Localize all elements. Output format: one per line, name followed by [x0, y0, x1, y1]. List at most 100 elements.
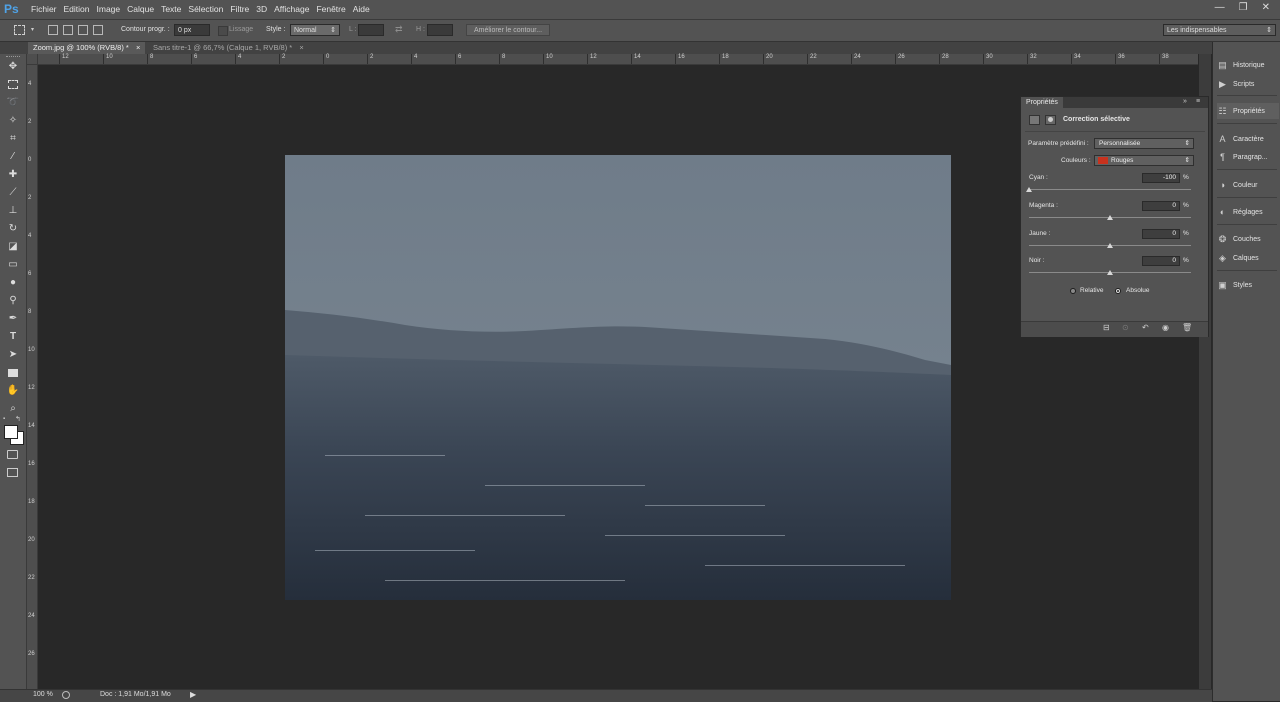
- lasso-tool-icon[interactable]: ➰: [6, 96, 20, 110]
- dock-proprietes[interactable]: ☷ Propriétés: [1217, 103, 1279, 119]
- add-selection-icon[interactable]: [63, 25, 73, 35]
- eraser-tool-icon[interactable]: ◪: [6, 240, 20, 254]
- slider-thumb[interactable]: [1026, 187, 1032, 192]
- panel-menu-icon[interactable]: ≡: [1196, 98, 1200, 105]
- menu-fenetre[interactable]: Fenêtre: [316, 0, 352, 19]
- zoom-level[interactable]: 100 %: [33, 691, 53, 698]
- healing-brush-tool-icon[interactable]: ✚: [6, 168, 20, 182]
- preset-select[interactable]: Personnalisée ⇕: [1094, 138, 1194, 149]
- dock-calques[interactable]: ◈ Calques: [1217, 250, 1279, 266]
- menu-3d[interactable]: 3D: [256, 0, 274, 19]
- properties-panel-header[interactable]: Propriétés » ≡: [1021, 97, 1208, 108]
- clip-to-layer-icon[interactable]: ⊟: [1103, 323, 1110, 332]
- ruler-horizontal[interactable]: 12 10 8 6 4 2 0 2 4 6 8 10 12 14 16 18 20 22 24 26 28 30 32 34 3…: [27, 54, 1198, 65]
- magenta-input[interactable]: 0: [1142, 201, 1180, 211]
- close-button[interactable]: ✕: [1262, 2, 1270, 13]
- share-icon[interactable]: [62, 691, 70, 699]
- radio-relative[interactable]: [1070, 288, 1076, 294]
- clone-stamp-tool-icon[interactable]: ⊥: [6, 204, 20, 218]
- move-tool-icon[interactable]: ✥: [6, 60, 20, 74]
- foreground-color-swatch[interactable]: [4, 425, 18, 439]
- close-icon[interactable]: ×: [299, 43, 303, 52]
- dock-reglages[interactable]: ◐ Réglages: [1217, 204, 1279, 220]
- swap-icon[interactable]: ⇄: [395, 24, 403, 35]
- menu-filtre[interactable]: Filtre: [230, 0, 256, 19]
- menu-selection[interactable]: Sélection: [188, 0, 230, 19]
- visibility-eye-icon[interactable]: ◉: [1162, 323, 1169, 332]
- menu-affichage[interactable]: Affichage: [274, 0, 316, 19]
- dock-couches[interactable]: ❂ Couches: [1217, 231, 1279, 247]
- view-previous-state-icon[interactable]: ⊙: [1122, 323, 1129, 332]
- reset-icon[interactable]: ↶: [1142, 323, 1149, 332]
- crop-tool-icon[interactable]: ⌗: [6, 132, 20, 146]
- swap-colors-icon[interactable]: ↰: [15, 415, 21, 423]
- menu-texte[interactable]: Texte: [161, 0, 188, 19]
- eyedropper-tool-icon[interactable]: ⁄: [6, 150, 20, 164]
- path-selection-tool-icon[interactable]: ➤: [6, 348, 20, 362]
- dodge-tool-icon[interactable]: ⚲: [6, 294, 20, 308]
- menu-fichier[interactable]: Fichier: [31, 0, 64, 19]
- dock-scripts[interactable]: ▶ Scripts: [1217, 76, 1279, 92]
- new-selection-icon[interactable]: [48, 25, 58, 35]
- dock-styles[interactable]: ▣ Styles: [1217, 277, 1279, 293]
- slider-thumb[interactable]: [1107, 215, 1113, 220]
- shape-tool-icon[interactable]: [6, 366, 20, 380]
- collapse-panel-icon[interactable]: »: [1183, 98, 1187, 105]
- dock-caractere[interactable]: A Caractère: [1217, 131, 1279, 147]
- dock-couleur[interactable]: ◑ Couleur: [1217, 177, 1279, 193]
- menu-calque[interactable]: Calque: [127, 0, 161, 19]
- zoom-tool-icon[interactable]: ⌕: [6, 402, 20, 416]
- slider-thumb[interactable]: [1107, 243, 1113, 248]
- cyan-input[interactable]: -100: [1142, 173, 1180, 183]
- type-tool-icon[interactable]: T: [6, 330, 20, 344]
- hand-tool-icon[interactable]: ✋: [6, 384, 20, 398]
- document-canvas-image[interactable]: [285, 155, 951, 600]
- mask-icon[interactable]: [1045, 115, 1056, 125]
- ruler-vertical[interactable]: 4 2 0 2 4 6 8 10 12 14 16 18 20 22 24 26: [27, 65, 38, 689]
- brush-tool-icon[interactable]: ⟋: [6, 186, 20, 200]
- style-select[interactable]: Normal ⇕: [290, 24, 340, 36]
- marquee-tool-icon[interactable]: [6, 78, 20, 92]
- default-colors-icon[interactable]: ▪: [3, 416, 5, 422]
- width-input[interactable]: [358, 24, 384, 36]
- marquee-tool-preset-icon[interactable]: [14, 25, 25, 35]
- ruler-tick: [147, 54, 148, 64]
- gradient-tool-icon[interactable]: ▭: [6, 258, 20, 272]
- height-input[interactable]: [427, 24, 453, 36]
- noir-input[interactable]: 0: [1142, 256, 1180, 266]
- blur-tool-icon[interactable]: ●: [6, 276, 20, 290]
- chevron-down-icon[interactable]: ▾: [31, 26, 34, 33]
- tab-sans-titre[interactable]: Sans titre-1 @ 66,7% (Calque 1, RVB/8) *…: [148, 42, 309, 54]
- antialias-checkbox[interactable]: [218, 26, 228, 36]
- ruler-origin[interactable]: [27, 54, 38, 65]
- restore-button[interactable]: ❐: [1239, 2, 1248, 13]
- colors-select[interactable]: Rouges ⇕: [1094, 155, 1194, 166]
- screen-mode-icon[interactable]: [6, 466, 20, 480]
- tab-zoom-jpg[interactable]: Zoom.jpg @ 100% (RVB/8) * ×: [28, 42, 146, 54]
- workspace-select[interactable]: Les indispensables ⇕: [1163, 24, 1276, 36]
- menu-edition[interactable]: Edition: [64, 0, 97, 19]
- refine-edge-button[interactable]: Améliorer le contour...: [466, 24, 550, 36]
- magic-wand-tool-icon[interactable]: ✧: [6, 114, 20, 128]
- status-menu-arrow-icon[interactable]: ▶: [190, 690, 196, 699]
- jaune-input[interactable]: 0: [1142, 229, 1180, 239]
- menu-aide[interactable]: Aide: [353, 0, 377, 19]
- dock-historique[interactable]: ▤ Historique: [1217, 57, 1279, 73]
- ruler-label: 2: [28, 195, 32, 201]
- subtract-selection-icon[interactable]: [78, 25, 88, 35]
- slider-thumb[interactable]: [1107, 270, 1113, 275]
- pen-tool-icon[interactable]: ✒: [6, 312, 20, 326]
- channels-icon: ❂: [1218, 233, 1227, 244]
- radio-absolute[interactable]: [1115, 288, 1121, 294]
- minimize-button[interactable]: —: [1215, 2, 1225, 13]
- menu-image[interactable]: Image: [97, 0, 128, 19]
- dock-paragraphe[interactable]: ¶ Paragrap...: [1217, 149, 1279, 165]
- delete-trash-icon[interactable]: 🗑: [1182, 323, 1192, 332]
- slider-track[interactable]: [1029, 189, 1191, 190]
- tab-proprietes[interactable]: Propriétés: [1021, 97, 1063, 108]
- intersect-selection-icon[interactable]: [93, 25, 103, 35]
- feather-input[interactable]: 0 px: [174, 24, 210, 36]
- close-icon[interactable]: ×: [136, 43, 140, 52]
- history-brush-tool-icon[interactable]: ↻: [6, 222, 20, 236]
- quick-mask-icon[interactable]: [6, 448, 20, 462]
